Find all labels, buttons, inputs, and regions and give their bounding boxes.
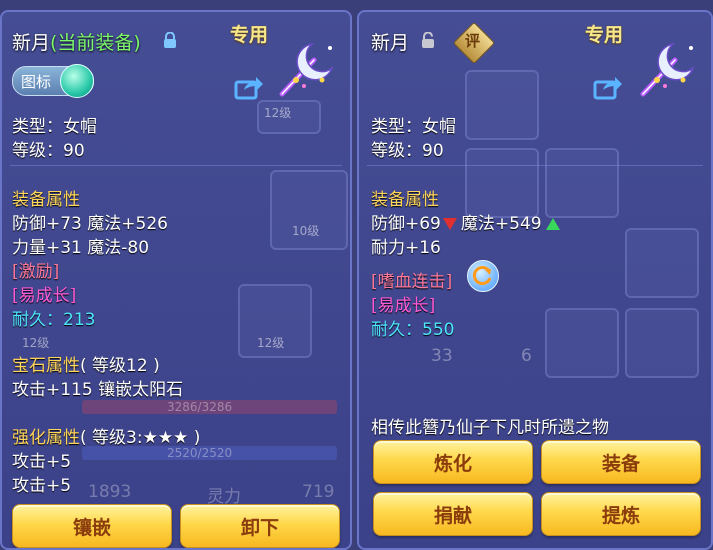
attr-header: 装备属性 [371,190,439,210]
durability-label: 耐久： [12,310,63,330]
attr-defense: 防御+69 [371,214,441,234]
share-icon[interactable] [234,74,264,100]
background-slot [545,148,619,218]
item-type: 类型：女帽 [12,117,97,137]
divider [10,165,342,166]
forge-line-1: 攻击+5 [12,452,72,472]
attr-magic: 魔法+549 [460,214,542,234]
tag-easy-grow: [易成长] [371,296,436,316]
exclusive-label: 专用 [585,24,624,46]
refine-button[interactable]: 炼化 [373,440,533,484]
hairpin-item-icon [279,42,334,97]
extract-button[interactable]: 提炼 [541,492,701,536]
compare-item-panel: 33 6 新月 评 专用 类型：女帽 等级：90 装备属性 防御+69 魔法+54… [357,10,713,550]
current-equip-tag: (当前装备) [50,32,141,54]
tag-bloodthirst-combo: [嗜血连击] [371,272,453,292]
refresh-icon[interactable] [467,260,499,292]
forge-level: ( 等级3:★★★ ) [80,428,201,448]
refresh-glyph-icon [472,266,492,285]
background-slot [465,148,539,218]
exclusive-label: 专用 [230,24,269,46]
background-stat-b: 719 [302,482,335,502]
background-slot-count: 33 [431,346,453,366]
background-hp-text: 3286/3286 [167,400,233,414]
attr-line-1: 防御+73 魔法+526 [12,214,168,234]
forge-line-2: 攻击+5 [12,476,72,496]
tag-easy-grow: [易成长] [12,286,77,306]
tag-encourage: [激励] [12,262,60,282]
durability-label: 耐久： [371,320,422,340]
gem-line: 攻击+115 镶嵌太阳石 [12,380,184,400]
hairpin-item-icon [640,42,695,97]
divider [367,165,703,166]
share-icon[interactable] [593,74,623,100]
background-slot [545,308,619,378]
background-level-badge: 12级 [264,106,292,120]
gem-level: ( 等级12 ) [80,356,160,376]
attr-header: 装备属性 [12,190,80,210]
background-level-badge: 10级 [292,224,320,238]
background-mp-text: 2520/2520 [167,446,233,460]
durability: 耐久：550 [371,315,454,340]
gem-header: 宝石属性( 等级12 ) [12,351,160,376]
toggle-knob [60,64,94,98]
equipped-item-panel: 12级 10级 12级 12级 3286/3286 2520/2520 1893… [0,10,352,550]
background-stat-a: 1893 [88,482,132,502]
donate-button[interactable]: 捐献 [373,492,533,536]
background-slot-count: 6 [521,346,532,366]
background-slot [465,70,539,140]
equip-button[interactable]: 装备 [541,440,701,484]
decrease-arrow-icon [442,218,457,230]
item-title: 新月(当前装备) [12,28,141,55]
item-level: 等级：90 [12,141,85,161]
forge-header-label: 强化属性 [12,428,80,448]
durability: 耐久：213 [12,305,95,330]
lock-icon[interactable] [163,32,177,48]
icon-toggle-label: 图标 [21,73,52,91]
background-slot [625,308,699,378]
item-name: 新月 [371,32,410,54]
item-name: 新月 [12,32,51,54]
rate-badge-label: 评 [465,32,481,50]
attr-line-2: 力量+31 魔法-80 [12,238,150,258]
background-level-badge: 12级 [257,336,285,350]
item-lore: 相传此簪乃仙子下凡时所遗之物 [371,418,609,438]
forge-header: 强化属性( 等级3:★★★ ) [12,423,200,448]
increase-arrow-icon [545,218,560,230]
attr-line-2: 耐力+16 [371,238,441,258]
unequip-button[interactable]: 卸下 [180,504,340,548]
durability-value: 550 [422,320,455,340]
background-slot [625,228,699,298]
icon-toggle[interactable]: 图标 [12,64,94,98]
attr-line-1: 防御+69 魔法+549 [371,209,562,234]
unlock-icon[interactable] [421,32,435,48]
gem-header-label: 宝石属性 [12,356,80,376]
inlay-button[interactable]: 镶嵌 [12,504,172,548]
durability-value: 213 [63,310,96,330]
item-type: 类型：女帽 [371,117,456,137]
background-level-badge: 12级 [22,336,50,350]
item-level: 等级：90 [371,141,444,161]
